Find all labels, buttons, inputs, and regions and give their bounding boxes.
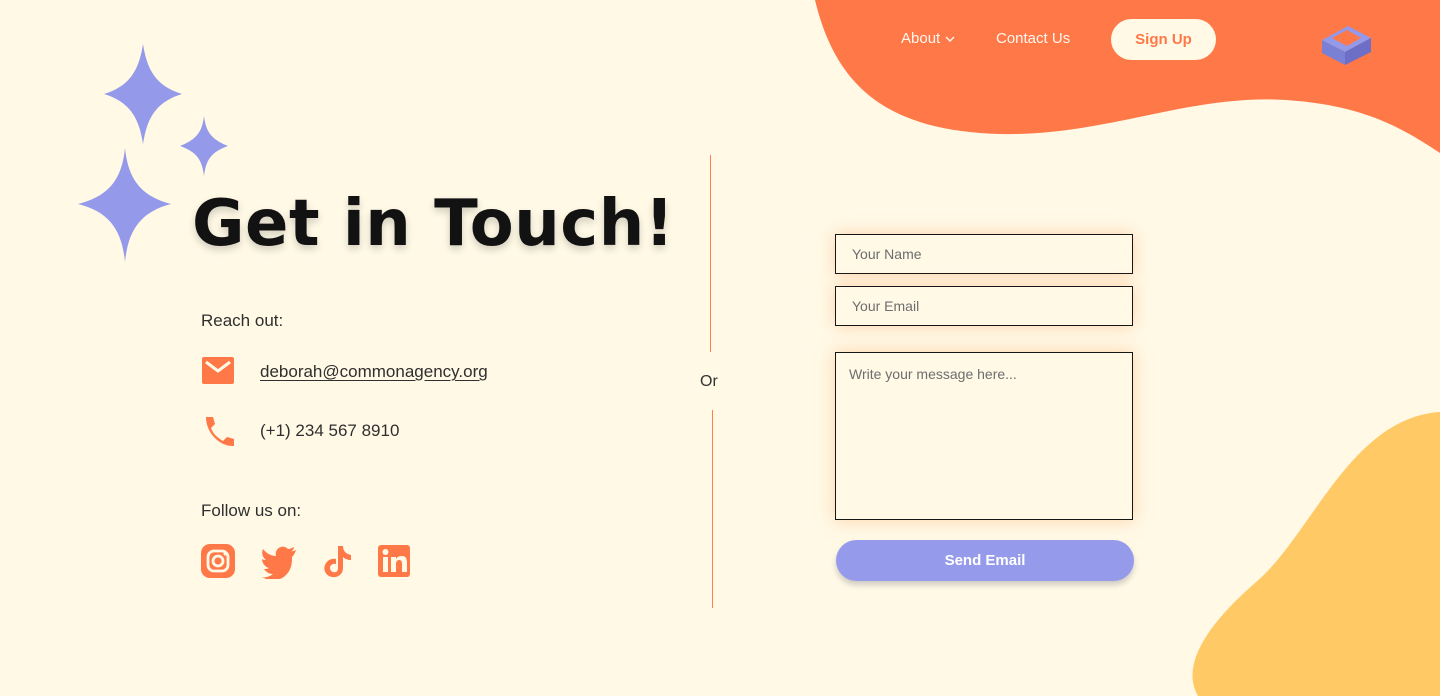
phone-number: (+1) 234 567 8910 — [260, 421, 400, 440]
follow-us-label: Follow us on: — [201, 501, 302, 520]
nav-contact-link[interactable]: Contact Us — [996, 30, 1070, 47]
email-field[interactable] — [835, 286, 1133, 326]
message-field[interactable] — [835, 352, 1133, 520]
send-email-button[interactable]: Send Email — [836, 540, 1134, 581]
mail-icon — [202, 357, 234, 384]
reach-out-label: Reach out: — [201, 311, 284, 330]
twitter-icon[interactable] — [261, 543, 297, 579]
divider-line-bottom — [712, 410, 713, 608]
tiktok-icon[interactable] — [320, 543, 356, 579]
or-divider-label: Or — [700, 373, 718, 390]
linkedin-icon[interactable] — [376, 543, 412, 579]
nav-about-link[interactable]: About — [901, 30, 955, 47]
instagram-icon[interactable] — [200, 543, 236, 579]
phone-icon — [206, 417, 234, 447]
divider-line-top — [710, 155, 711, 352]
logo-icon — [1322, 26, 1371, 65]
chevron-down-icon — [945, 36, 955, 42]
page-title: Get in Touch! — [192, 187, 675, 261]
name-field[interactable] — [835, 234, 1133, 274]
nav-about-label: About — [901, 30, 941, 47]
yellow-bottom-blob — [1192, 412, 1440, 696]
contact-info-panel: Get in Touch! Reach out: deborah@commona… — [0, 0, 690, 696]
signup-button[interactable]: Sign Up — [1111, 19, 1216, 60]
contact-form: Send Email — [835, 234, 1134, 584]
email-link[interactable]: deborah@commonagency.org — [260, 362, 488, 382]
